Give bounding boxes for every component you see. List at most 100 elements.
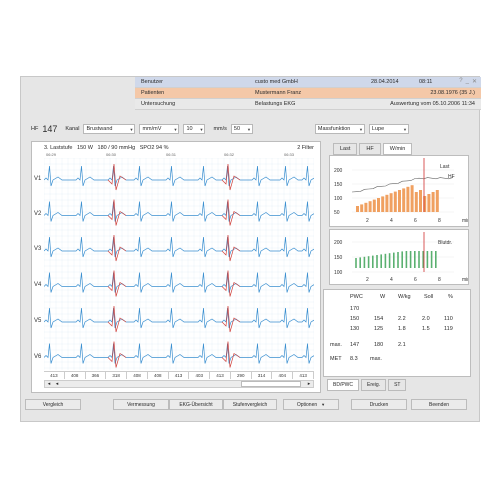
patient-birthdate: 23.08.1976 (35 J.) bbox=[430, 90, 475, 96]
user-row: Benutzer custo med GmbH 28.04.2014 08:11… bbox=[135, 77, 481, 88]
table-cell: 110 bbox=[444, 316, 453, 322]
vermessung-button[interactable]: Vermessung bbox=[113, 399, 169, 410]
rr-value: 408 bbox=[127, 372, 148, 379]
vergleich-button[interactable]: Vergleich bbox=[25, 399, 81, 410]
load-bar bbox=[385, 194, 389, 212]
ectopic-beat-trace bbox=[107, 270, 127, 297]
stufenvergleich-button[interactable]: Stufenvergleich bbox=[223, 399, 277, 410]
tab-w-min[interactable]: W/min bbox=[382, 143, 413, 155]
load-bar bbox=[393, 191, 397, 212]
y-tick-label: 150 bbox=[334, 255, 343, 261]
x-tick-label: 2 bbox=[366, 218, 369, 224]
table-cell: 1.8 bbox=[398, 326, 406, 332]
table-cell: 1.5 bbox=[422, 326, 430, 332]
x-tick-label: min bbox=[462, 218, 468, 224]
table-cell: 130 bbox=[350, 326, 360, 332]
load-hf-chart[interactable]: 200 150 100 50 Last HF 2 4 6 8 min bbox=[329, 155, 470, 227]
lead-label: V2 bbox=[34, 211, 42, 217]
load-bar bbox=[368, 201, 372, 212]
pwc-table: PWC W W/kg Soll % 170 150 154 2.2 2.0 11… bbox=[323, 289, 471, 377]
ekg-uebersicht-button[interactable]: EKG-Übersicht bbox=[169, 399, 223, 410]
load-bar bbox=[364, 202, 368, 212]
load-bar bbox=[402, 188, 406, 212]
stage-line: 3. Laststufe 150 W 180 / 90 mmHg SPO2 94… bbox=[44, 145, 168, 151]
load-bar bbox=[410, 185, 414, 212]
load-bar bbox=[414, 192, 418, 212]
beenden-button[interactable]: Beenden bbox=[411, 399, 467, 410]
load-bar bbox=[377, 198, 380, 212]
rr-value: 314 bbox=[252, 372, 273, 379]
patient-row[interactable]: Patienten Mustermann Franz 23.08.1976 (3… bbox=[135, 88, 481, 99]
rr-value: 408 bbox=[65, 372, 86, 379]
chevron-down-icon: ▼ bbox=[358, 127, 363, 132]
exam-row[interactable]: Untersuchung Belastungs EKG Auswertung v… bbox=[135, 99, 481, 110]
rr-value: 413 bbox=[44, 372, 65, 379]
load-bar bbox=[356, 206, 359, 212]
rr-value: 318 bbox=[106, 372, 128, 379]
chevron-down-icon: ▼ bbox=[402, 127, 407, 132]
lupe-select[interactable]: Lupe ▼ bbox=[368, 124, 409, 134]
rr-value: 413 bbox=[293, 372, 314, 379]
blood-pressure-chart[interactable]: 200 150 100 Blutdr. 2 4 6 8 min bbox=[329, 229, 470, 285]
tab-st[interactable]: ST bbox=[388, 379, 407, 391]
skip-start-icon[interactable]: ◂ bbox=[45, 381, 53, 387]
ectopic-beat-trace bbox=[221, 199, 241, 226]
ecg-panel: 3. Laststufe 150 W 180 / 90 mmHg SPO2 94… bbox=[31, 141, 321, 393]
watt-value: 150 W bbox=[77, 145, 93, 151]
unit-select[interactable]: mm/mV ▼ bbox=[139, 124, 180, 134]
chevron-down-icon: ▼ bbox=[246, 127, 251, 132]
minimize-icon[interactable]: _ bbox=[466, 78, 469, 85]
blood-pressure-chart-svg: 200 150 100 Blutdr. 2 4 6 8 min bbox=[334, 232, 470, 283]
lead-label: V4 bbox=[34, 282, 42, 288]
user-value: custo med GmbH bbox=[255, 79, 298, 85]
tab-ereignisse[interactable]: Ereig. bbox=[361, 379, 387, 391]
table-cell: 2.0 bbox=[422, 316, 430, 322]
series-label-hf: HF bbox=[448, 174, 455, 180]
time-value: 08:11 bbox=[419, 79, 433, 85]
ecg-traces[interactable] bbox=[44, 158, 314, 370]
load-bar bbox=[381, 196, 385, 212]
ectopic-beat-trace bbox=[107, 199, 127, 226]
step-back-icon[interactable]: ◂ bbox=[53, 381, 61, 387]
mode-select[interactable]: Massfunktion ▼ bbox=[314, 124, 365, 134]
tab-hf[interactable]: HF bbox=[359, 143, 381, 155]
tab-last[interactable]: Last bbox=[333, 143, 358, 155]
tab-bd-pwc[interactable]: BD/PWC bbox=[327, 379, 359, 391]
table-cell: 119 bbox=[444, 326, 453, 332]
ecg-trace-v2 bbox=[44, 201, 314, 222]
close-icon[interactable]: ✕ bbox=[472, 78, 477, 85]
y-tick-label: 100 bbox=[334, 196, 343, 202]
ectopic-beat-trace bbox=[221, 163, 241, 191]
x-tick-label: 6 bbox=[414, 218, 417, 224]
speed-select[interactable]: 50 ▼ bbox=[230, 124, 253, 134]
scroll-thumb[interactable] bbox=[241, 381, 301, 387]
col-header: PWC bbox=[350, 294, 363, 300]
table-cell: 154 bbox=[374, 316, 384, 322]
col-header: W bbox=[380, 294, 386, 300]
speed-unit-label: mm/s bbox=[213, 126, 227, 132]
time-marker: 06:33 bbox=[284, 152, 295, 157]
step-forward-icon[interactable]: ▸ bbox=[305, 381, 313, 387]
kanal-select-value: Brustwand bbox=[86, 126, 113, 132]
drucken-button[interactable]: Drucken bbox=[351, 399, 407, 410]
ecg-trace-v5 bbox=[44, 307, 314, 329]
ectopic-beat-trace bbox=[107, 305, 127, 333]
spo2-value: SPO2 94 % bbox=[139, 145, 169, 151]
horizontal-scrollbar[interactable]: ◂ ◂ ▸ bbox=[44, 380, 314, 388]
table-cell: 125 bbox=[374, 326, 384, 332]
y-tick-label: 200 bbox=[334, 168, 343, 174]
col-header: Soll bbox=[424, 294, 434, 300]
load-bar bbox=[398, 190, 401, 212]
ecg-trace-v6 bbox=[44, 343, 314, 364]
lupe-select-value: Lupe bbox=[371, 126, 385, 132]
optionen-button[interactable]: Optionen ▼ bbox=[283, 399, 339, 410]
y-tick-label: 50 bbox=[334, 210, 340, 216]
bp-value: 180 / 90 mmHg bbox=[97, 145, 136, 151]
load-hf-chart-svg: 200 150 100 50 Last HF 2 4 6 8 min bbox=[334, 158, 470, 224]
help-icon[interactable]: ? bbox=[459, 78, 462, 85]
rr-value: 290 bbox=[231, 372, 252, 379]
unit-select-value: mm/mV bbox=[142, 126, 162, 132]
ectopic-beat-trace bbox=[107, 163, 127, 191]
gain-select[interactable]: 10 ▼ bbox=[183, 124, 206, 134]
kanal-select[interactable]: Brustwand ▼ bbox=[83, 124, 136, 134]
